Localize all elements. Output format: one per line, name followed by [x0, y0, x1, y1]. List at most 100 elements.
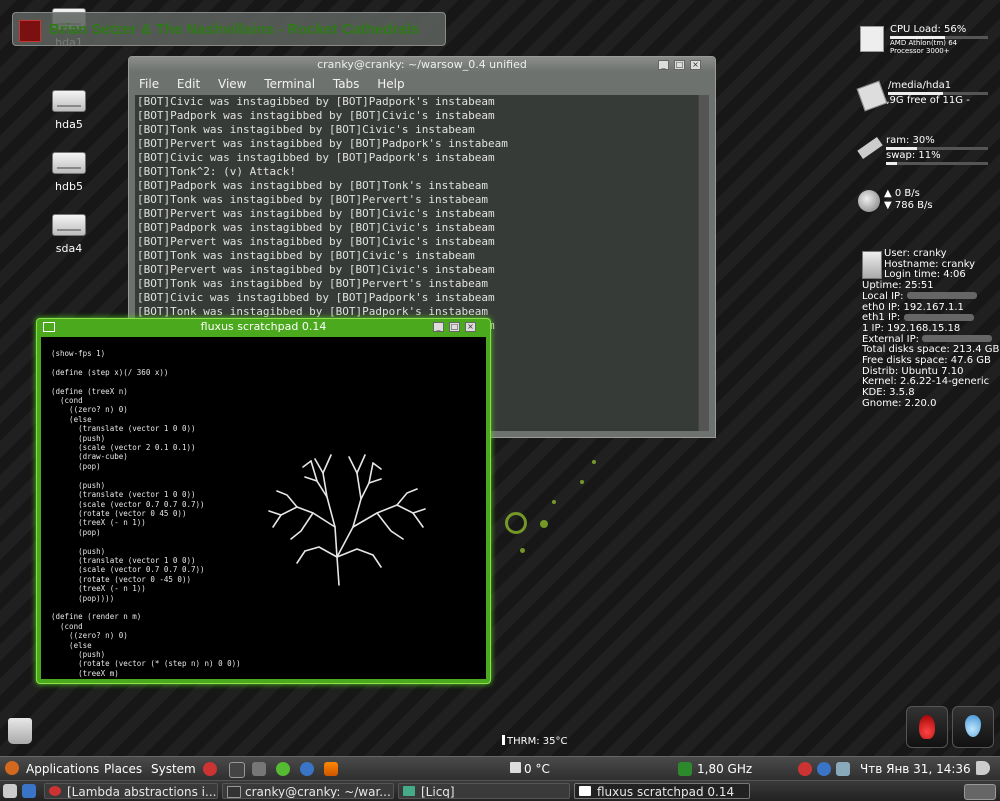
vlc-launcher-icon[interactable] — [324, 762, 338, 776]
background-dot — [540, 520, 548, 528]
code-line: (cond — [51, 621, 83, 631]
code-line: (rotate (vector (* (step n) n) 0 0)) — [51, 659, 241, 669]
ram-label: ram: 30% — [886, 135, 935, 146]
terminal-line: [BOT]Tonk^2: (v) Attack! — [137, 165, 296, 178]
update-notifier-icon[interactable] — [817, 762, 831, 776]
terminal-line: [BOT]Tonk was instagibbed by [BOT]Perver… — [137, 277, 488, 290]
fluxus-window[interactable]: fluxus scratchpad 0.14 _ □ × (show-fps 1… — [36, 318, 491, 684]
cpu-model-line1: AMD Athlon(tm) 64 — [890, 39, 958, 47]
terminal-line: [BOT]Pervert was instagibbed by [BOT]Pad… — [137, 137, 508, 150]
close-button[interactable]: × — [465, 322, 476, 332]
maximize-button[interactable]: □ — [674, 60, 685, 70]
taskbar-item-lambda[interactable]: [Lambda abstractions i... — [44, 783, 218, 799]
sysinfo-external-ip: External IP: — [862, 333, 920, 345]
sysinfo-eth1: eth1 IP: — [862, 312, 901, 324]
code-line: (push) — [51, 480, 106, 490]
desktop-icon-hda5[interactable]: hda5 — [39, 90, 99, 131]
show-desktop-icon[interactable] — [3, 784, 17, 798]
browser-launcher-icon[interactable] — [203, 762, 217, 776]
net-upload: ▲ 0 B/s — [884, 188, 920, 199]
trash-icon[interactable] — [8, 718, 32, 744]
network-status-icon[interactable] — [836, 762, 850, 776]
terminal-launcher-icon[interactable] — [229, 762, 245, 778]
minimize-button[interactable]: _ — [433, 322, 444, 332]
fluxus-title: fluxus scratchpad 0.14 — [200, 320, 327, 333]
terminal-titlebar[interactable]: cranky@cranky: ~/warsow_0.4 unified _ □ … — [129, 57, 715, 73]
code-line: (scale (vector 2 0.1 0.1)) — [51, 443, 196, 453]
firewall-launcher-icon[interactable] — [906, 706, 948, 748]
sysinfo-widget: User: cranky Hostname: cranky Login time… — [862, 248, 999, 410]
workspace-switcher[interactable] — [964, 784, 996, 800]
computer-icon — [862, 251, 882, 279]
fluxus-canvas[interactable]: (show-fps 1) (define (step x)(/ 360 x)) … — [41, 337, 486, 679]
background-dot — [552, 500, 556, 504]
settings-gear-icon[interactable] — [276, 762, 290, 776]
menu-help[interactable]: Help — [377, 77, 404, 91]
redacted-value — [922, 335, 993, 343]
code-line: (draw-cube) — [51, 452, 128, 462]
desktop-icon-sda4[interactable]: sda4 — [39, 214, 99, 255]
clock[interactable]: Чтв Янв 31, 14:36 — [860, 762, 971, 776]
screenshot-launcher-icon[interactable] — [252, 762, 266, 776]
code-line: (else — [51, 640, 92, 650]
fluxus-titlebar[interactable]: fluxus scratchpad 0.14 _ □ × — [37, 319, 490, 335]
places-menu[interactable]: Places — [104, 762, 142, 776]
terminal-line: [BOT]Tonk was instagibbed by [BOT]Civic'… — [137, 123, 475, 136]
code-line: (pop) — [51, 678, 241, 679]
ram-chip-icon — [857, 137, 883, 159]
terminal-line: [BOT]Pervert was instagibbed by [BOT]Civ… — [137, 235, 495, 248]
taskbar-item-licq[interactable]: [Licq] — [398, 783, 570, 799]
taskbar-item-label: cranky@cranky: ~/war... — [245, 785, 391, 799]
code-line: (translate (vector 1 0 0)) — [51, 490, 196, 500]
menu-file[interactable]: File — [139, 77, 159, 91]
tray-app-icon[interactable] — [798, 762, 812, 776]
close-button[interactable]: × — [690, 60, 701, 70]
code-line: (push) — [51, 546, 106, 556]
background-dot — [520, 548, 525, 553]
background-dot — [580, 480, 584, 484]
hard-drive-icon — [856, 80, 888, 112]
terminal-line: [BOT]Padpork was instagibbed by [BOT]Civ… — [137, 109, 495, 122]
thermometer-readout: THRM: 35°C — [502, 735, 567, 747]
taskbar-item-label: fluxus scratchpad 0.14 — [597, 785, 735, 799]
taskbar-item-label: [Licq] — [421, 785, 455, 799]
terminal-line: [BOT]Tonk was instagibbed by [BOT]Civic'… — [137, 249, 475, 262]
maximize-button[interactable]: □ — [449, 322, 460, 332]
terminal-scrollbar[interactable] — [698, 95, 709, 431]
window-list-icon[interactable] — [22, 784, 36, 798]
code-line: (push) — [51, 433, 106, 443]
taskbar-item-fluxus[interactable]: fluxus scratchpad 0.14 — [574, 783, 750, 799]
menu-terminal[interactable]: Terminal — [264, 77, 315, 91]
terminal-window-icon — [227, 786, 241, 798]
minimize-button[interactable]: _ — [658, 60, 669, 70]
taskbar-item-terminal[interactable]: cranky@cranky: ~/war... — [222, 783, 394, 799]
code-line: (define (treeX n) — [51, 386, 128, 396]
volume-icon[interactable] — [976, 761, 990, 775]
menu-edit[interactable]: Edit — [177, 77, 200, 91]
menu-tabs[interactable]: Tabs — [333, 77, 360, 91]
terminal-line: [BOT]Tonk was instagibbed by [BOT]Padpor… — [137, 305, 488, 318]
sysinfo-local-ip: Local IP: — [862, 290, 904, 302]
system-menu[interactable]: System — [151, 762, 196, 776]
applications-menu[interactable]: Applications — [26, 762, 99, 776]
code-line: (translate (vector 1 0 0)) — [51, 555, 196, 565]
cpu-load-label: CPU Load: 56% — [890, 24, 967, 35]
fluxus-code-editor[interactable]: (show-fps 1) (define (step x)(/ 360 x)) … — [51, 349, 241, 679]
now-playing-title: Brian Setzer & The Nashvillains - Rocket… — [49, 21, 420, 38]
swap-label: swap: 11% — [886, 150, 941, 161]
terminal-menubar: File Edit View Terminal Tabs Help — [139, 77, 419, 91]
water-drop-launcher-icon[interactable] — [952, 706, 994, 748]
desktop-icon-hdb5[interactable]: hdb5 — [39, 152, 99, 193]
code-line: (translate (vector 1 0 0)) — [51, 424, 196, 434]
code-line: (treeX m) — [51, 668, 119, 678]
terminal-line: [BOT]Pervert was instagibbed by [BOT]Civ… — [137, 207, 495, 220]
menu-view[interactable]: View — [218, 77, 246, 91]
licq-window-icon — [403, 786, 415, 796]
window-menu-icon[interactable] — [43, 322, 55, 332]
sysinfo-gnome: Gnome: 2.20.0 — [862, 397, 937, 409]
cpu-model-line2: Processor 3000+ — [890, 47, 950, 55]
file-manager-launcher-icon[interactable] — [300, 762, 314, 776]
